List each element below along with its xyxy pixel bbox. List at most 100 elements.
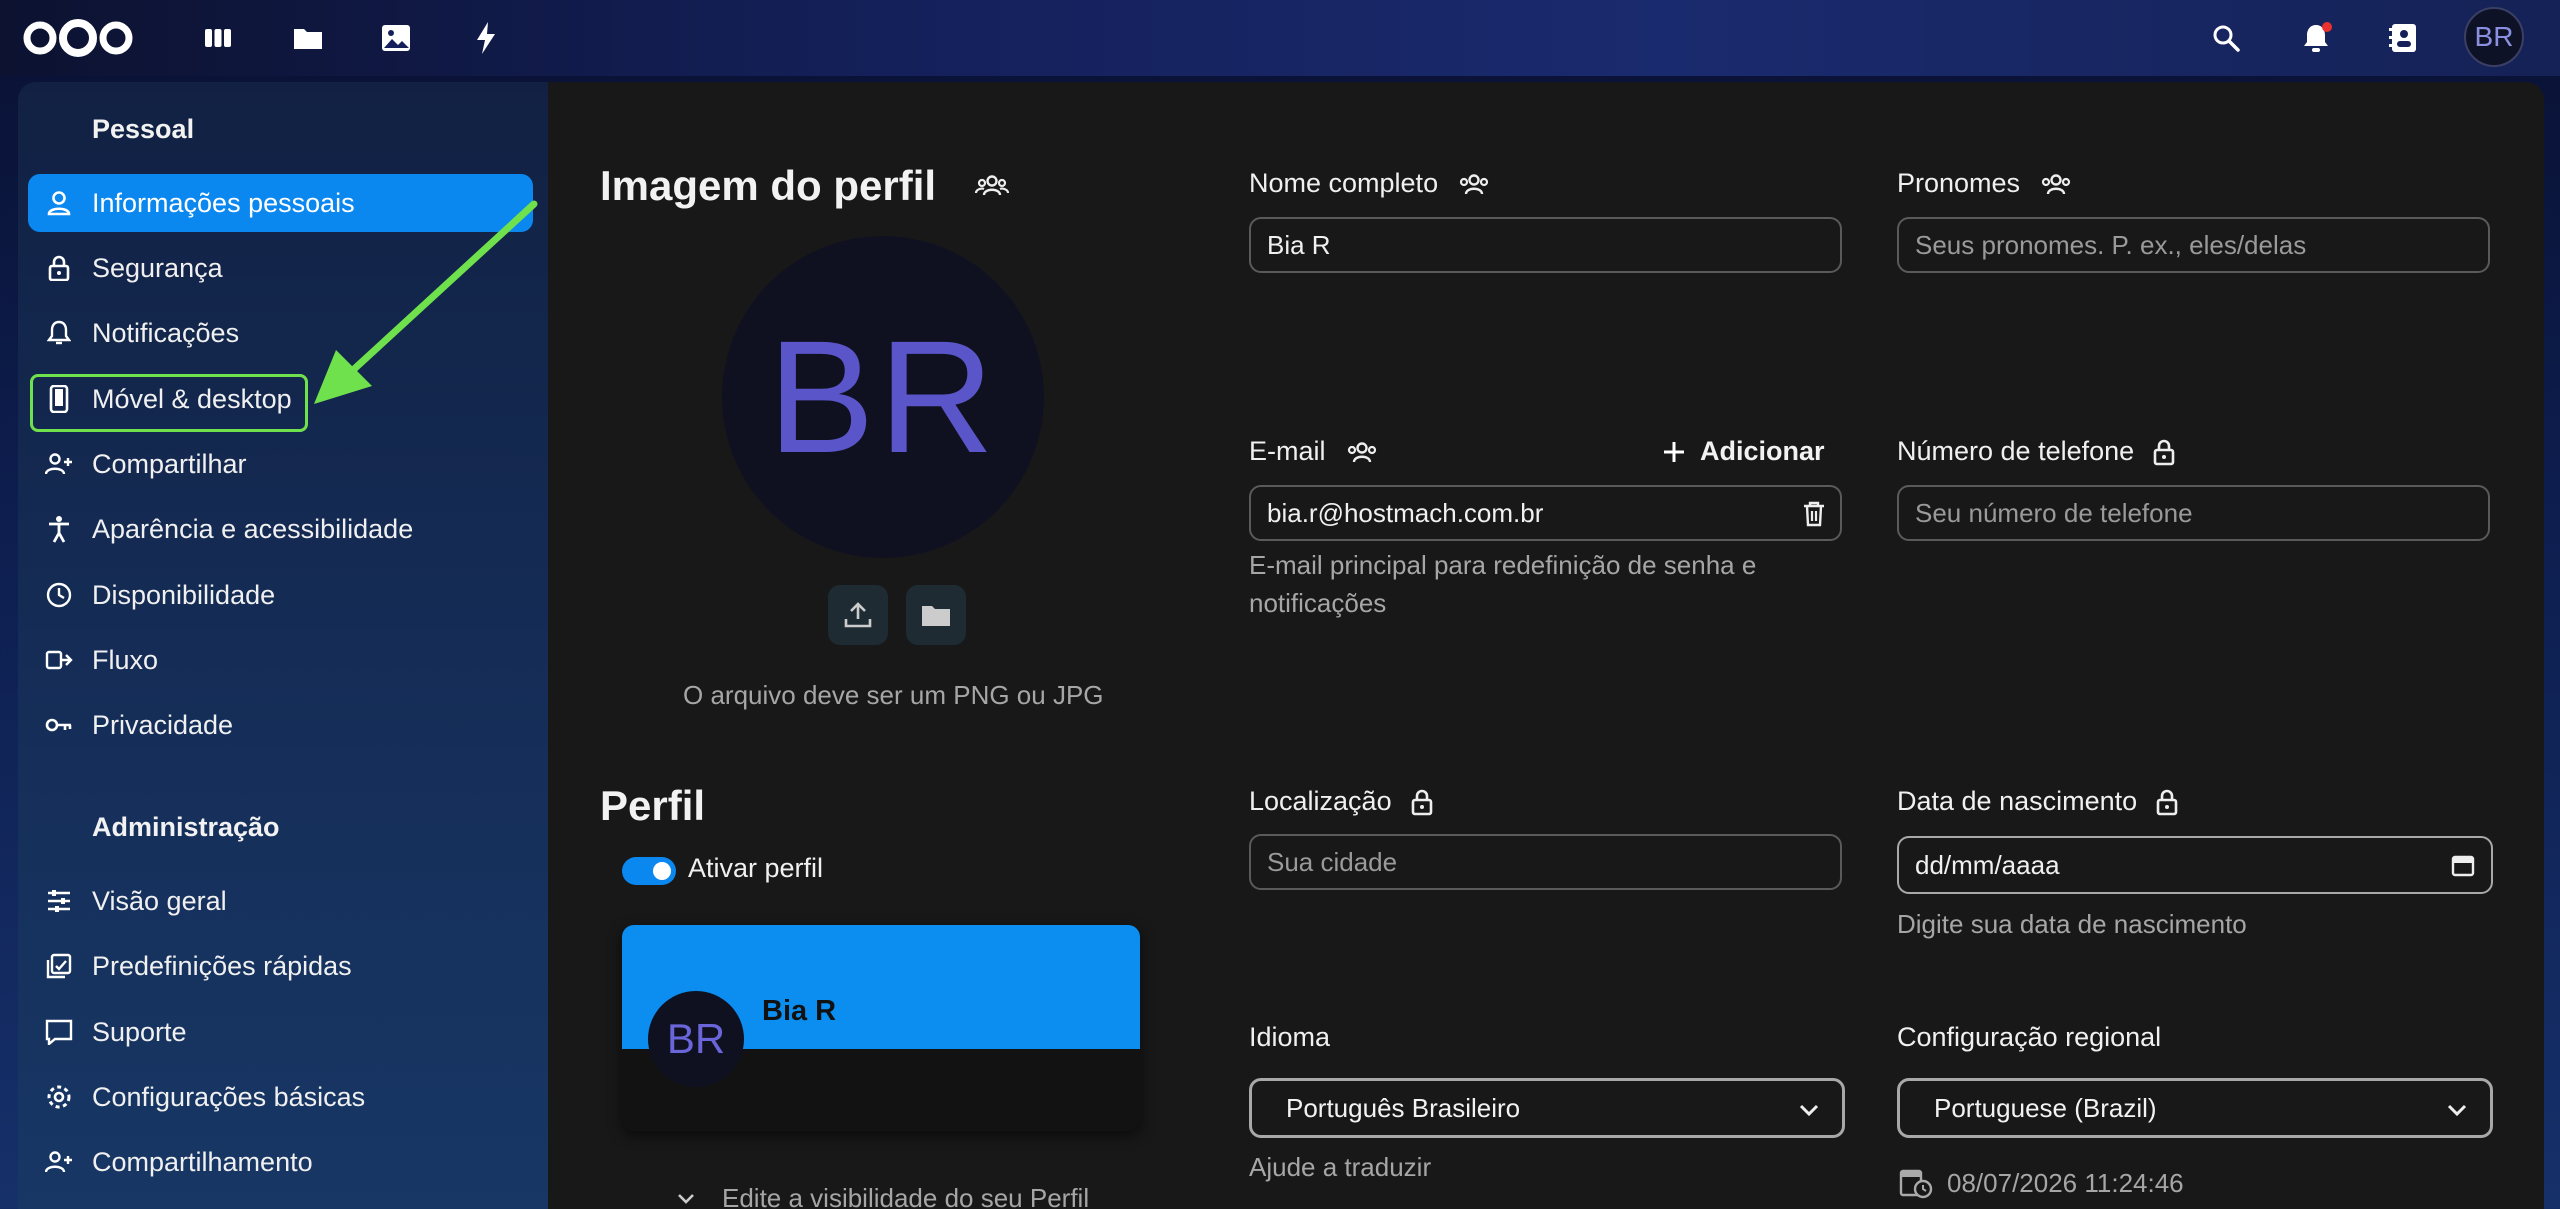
email-label: E-mail (1249, 436, 1380, 467)
nav-item-label: Configurações básicas (92, 1081, 366, 1112)
bell-icon (44, 318, 74, 348)
user-avatar[interactable]: BR (2464, 7, 2524, 67)
phone-label: Número de telefone (1897, 436, 2176, 467)
visibility-group-icon[interactable] (974, 172, 1010, 198)
dashboard-icon[interactable] (198, 18, 238, 58)
search-icon[interactable] (2206, 18, 2246, 58)
profile-card-avatar: BR (648, 991, 744, 1087)
nav-item-label: Aparência e acessibilidade (92, 513, 414, 544)
nav-item-availability[interactable]: Disponibilidade (28, 566, 533, 624)
accessibility-icon (44, 514, 74, 544)
contacts-icon[interactable] (2384, 18, 2424, 58)
upload-icon (844, 602, 872, 628)
birthdate-hint: Digite sua data de nascimento (1897, 909, 2247, 939)
pronouns-input[interactable]: Seus pronomes. P. ex., eles/delas (1897, 217, 2490, 273)
person-icon (44, 188, 74, 218)
nav-item-label: Compartilhamento (92, 1146, 313, 1177)
locale-time: 08/07/2026 11:24:46 (1899, 1167, 2184, 1199)
location-label: Localização (1249, 786, 1434, 817)
nav-item-appearance[interactable]: Aparência e acessibilidade (28, 500, 533, 558)
folder-icon (922, 606, 950, 626)
nav-item-flow[interactable]: Fluxo (28, 631, 533, 689)
pronouns-label: Pronomes (1897, 168, 2074, 199)
lock-icon (44, 253, 74, 283)
nav-item-label: Notificações (92, 317, 240, 348)
locale-select[interactable]: Portuguese (Brazil) (1897, 1078, 2493, 1138)
add-email-label: Adicionar (1700, 436, 1825, 466)
upload-avatar-button[interactable] (828, 585, 888, 645)
phone-input[interactable]: Seu número de telefone (1897, 485, 2490, 541)
annotation-highlight-box (30, 374, 308, 432)
add-email-button[interactable]: Adicionar (1662, 436, 1825, 467)
birthdate-label: Data de nascimento (1897, 786, 2179, 817)
choose-from-files-button[interactable] (906, 585, 966, 645)
nav-item-label: Privacidade (92, 709, 234, 740)
files-icon[interactable] (288, 18, 328, 58)
profile-preview-card[interactable]: BR Bia R (622, 925, 1140, 1131)
nav-item-label: Visão geral (92, 885, 227, 916)
presets-icon (44, 951, 74, 981)
clock-icon (44, 580, 74, 610)
visibility-group-icon (1459, 173, 1489, 194)
photos-icon[interactable] (376, 18, 416, 58)
tune-icon (44, 886, 74, 916)
full-name-label: Nome completo (1249, 168, 1492, 199)
chevron-down-icon (2447, 1104, 2467, 1117)
trash-icon[interactable] (1802, 501, 1826, 527)
nav-item-basic-settings[interactable]: Configurações básicas (28, 1068, 533, 1126)
lock-icon (1411, 789, 1432, 815)
calendar-clock-icon (1899, 1169, 1933, 1199)
share-person-icon (44, 449, 74, 479)
locale-time-value: 08/07/2026 11:24:46 (1947, 1167, 2184, 1198)
notification-dot (2322, 22, 2332, 32)
flow-icon (44, 645, 74, 675)
section-title-personal: Pessoal (92, 114, 195, 144)
calendar-icon[interactable] (2451, 853, 2475, 877)
plus-icon (1664, 441, 1684, 462)
nav-item-quick-presets[interactable]: Predefinições rápidas (28, 937, 533, 995)
birthdate-input[interactable]: dd/mm/aaaa (1897, 836, 2493, 894)
section-title-admin: Administração (92, 812, 280, 842)
nav-item-label: Compartilhar (92, 448, 247, 479)
help-translate-link[interactable]: Ajude a traduzir (1249, 1148, 1431, 1186)
profile-card-name: Bia R (762, 995, 837, 1027)
activity-icon[interactable] (466, 18, 506, 58)
nextcloud-logo[interactable] (20, 14, 136, 62)
edit-profile-visibility[interactable]: Edite a visibilidade do seu Perfil (676, 1183, 1089, 1209)
chevron-down-icon (678, 1193, 694, 1204)
visibility-group-icon (2041, 173, 2071, 194)
nav-item-share[interactable]: Compartilhar (28, 435, 533, 493)
email-hint: E-mail principal para redefinição de sen… (1249, 550, 1757, 618)
nav-item-sharing[interactable]: Compartilhamento (28, 1133, 533, 1191)
enable-profile-label: Ativar perfil (688, 853, 824, 883)
nav-item-label: Predefinições rápidas (92, 950, 352, 981)
language-select[interactable]: Português Brasileiro (1249, 1078, 1845, 1138)
visibility-group-icon (1347, 441, 1376, 462)
profile-title: Perfil (600, 782, 706, 829)
profile-image-title: Imagem do perfil (600, 162, 937, 209)
top-bar: BR (0, 0, 2560, 76)
profile-avatar-large: BR (722, 236, 1044, 558)
nav-item-overview[interactable]: Visão geral (28, 872, 533, 930)
key-icon (44, 710, 74, 740)
nav-item-label: Disponibilidade (92, 579, 276, 610)
locale-label: Configuração regional (1897, 1022, 2162, 1052)
support-icon (44, 1017, 74, 1047)
avatar-file-hint: O arquivo deve ser um PNG ou JPG (683, 680, 1104, 710)
gear-icon (44, 1082, 74, 1112)
location-input[interactable]: Sua cidade (1249, 834, 1842, 890)
enable-profile-toggle[interactable] (622, 857, 676, 885)
nav-item-label: Suporte (92, 1016, 187, 1047)
edit-visibility-label: Edite a visibilidade do seu Perfil (722, 1183, 1090, 1209)
chevron-down-icon (1799, 1104, 1819, 1117)
lock-icon (2156, 789, 2178, 815)
lock-icon (2153, 439, 2175, 465)
nav-item-label: Segurança (92, 252, 223, 283)
annotation-arrow (314, 200, 538, 404)
full-name-input[interactable]: Bia R (1249, 217, 1842, 273)
nav-item-label: Fluxo (92, 644, 159, 675)
share-person-icon (44, 1147, 74, 1177)
email-input[interactable]: bia.r@hostmach.com.br (1249, 485, 1842, 541)
nav-item-support[interactable]: Suporte (28, 1003, 533, 1061)
nav-item-privacy[interactable]: Privacidade (28, 696, 533, 754)
